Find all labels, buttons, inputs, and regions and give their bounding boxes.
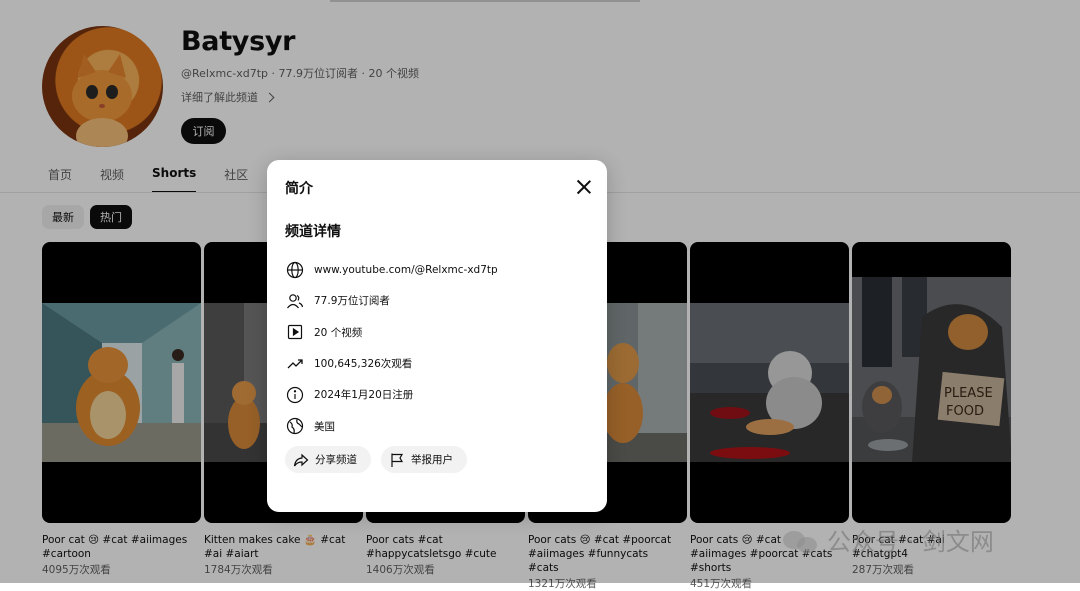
detail-text: 20 个视频 xyxy=(314,326,363,339)
close-icon[interactable] xyxy=(575,178,593,196)
subscribers-icon xyxy=(285,291,305,311)
detail-text: 2024年1月20日注册 xyxy=(314,389,414,402)
globe-icon xyxy=(285,260,305,280)
detail-row-views: 100,645,326次观看 xyxy=(285,348,498,379)
detail-text: www.youtube.com/@Relxmc-xd7tp xyxy=(314,263,498,276)
dialog-title: 简介 xyxy=(285,181,313,197)
detail-row-country: 美国 xyxy=(285,410,498,441)
channel-details-list: www.youtube.com/@Relxmc-xd7tp 77.9万位订阅者 … xyxy=(285,254,498,442)
detail-text: 100,645,326次观看 xyxy=(314,358,413,371)
detail-row-joined: 2024年1月20日注册 xyxy=(285,379,498,410)
share-channel-label: 分享频道 xyxy=(315,454,357,466)
wechat-logo-icon xyxy=(783,527,817,553)
trending-icon xyxy=(285,354,305,374)
channel-details-heading: 频道详情 xyxy=(285,224,341,240)
about-dialog: 简介 频道详情 www.youtube.com/@Relxmc-xd7tp 77… xyxy=(267,160,607,512)
share-channel-button[interactable]: 分享频道 xyxy=(285,446,371,473)
info-icon xyxy=(285,385,305,405)
watermark-text: 公众号 · 剑文网 xyxy=(827,528,994,556)
share-icon xyxy=(293,453,309,466)
report-user-label: 举报用户 xyxy=(411,454,453,466)
detail-row-videos: 20 个视频 xyxy=(285,317,498,348)
detail-text: 77.9万位订阅者 xyxy=(314,295,390,308)
detail-text: 美国 xyxy=(314,420,335,433)
video-icon xyxy=(285,322,305,342)
watermark: 公众号 · 剑文网 xyxy=(783,522,994,557)
detail-row-subscribers: 77.9万位订阅者 xyxy=(285,285,498,316)
detail-row-url[interactable]: www.youtube.com/@Relxmc-xd7tp xyxy=(285,254,498,285)
report-user-button[interactable]: 举报用户 xyxy=(381,446,467,473)
flag-icon xyxy=(391,453,404,467)
location-icon xyxy=(285,416,305,436)
